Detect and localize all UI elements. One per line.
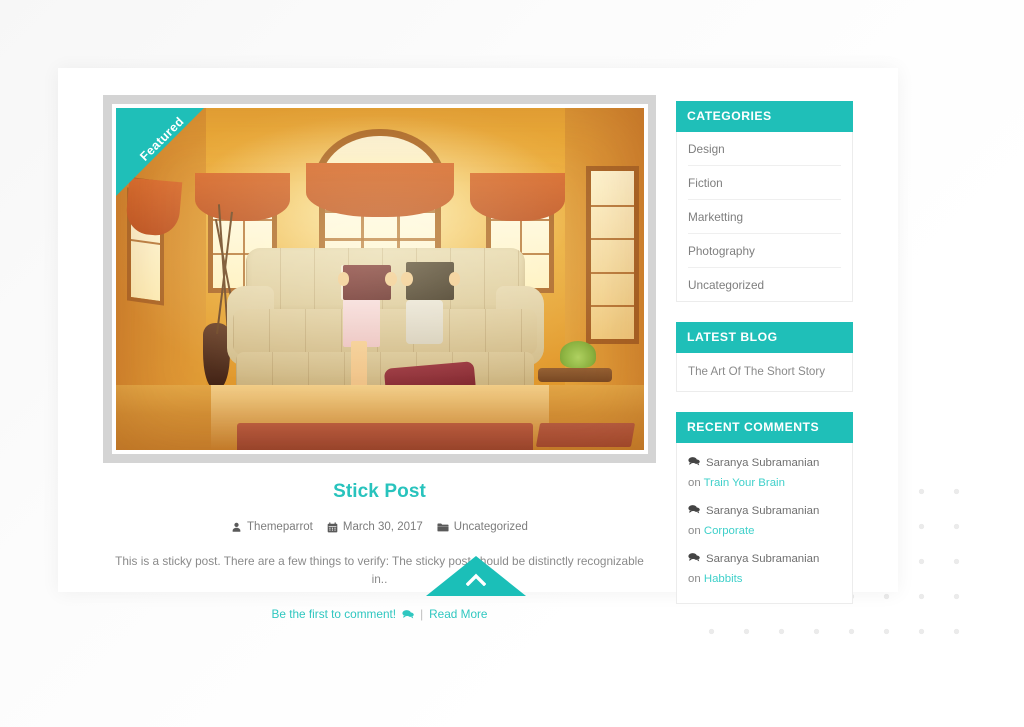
scroll-to-top-button[interactable] — [426, 556, 526, 596]
post-excerpt: This is a sticky post. There are a few t… — [115, 554, 644, 586]
photo-valance — [195, 172, 291, 221]
comment-author: Saranya Subramanian — [688, 552, 841, 565]
comment-on: on Train Your Brain — [688, 477, 841, 489]
calendar-icon — [327, 521, 338, 533]
comment-on-label: on — [688, 525, 701, 537]
widget-recent-comments-title: RECENT COMMENTS — [676, 412, 853, 443]
photo-person-right — [406, 299, 444, 344]
post-body: Stick Post Themeparrot March 30, 2017 Un… — [103, 463, 656, 621]
category-item-photography[interactable]: Photography — [688, 234, 841, 268]
category-item-marketting[interactable]: Marketting — [688, 200, 841, 234]
category-item-uncategorized[interactable]: Uncategorized — [688, 268, 841, 301]
comment-author-label: Saranya Subramanian — [706, 456, 820, 469]
photo-book-left — [343, 265, 391, 300]
chevron-up-icon — [465, 572, 487, 587]
category-item-design[interactable]: Design — [688, 132, 841, 166]
meta-date: March 30, 2017 — [327, 521, 423, 533]
comment-icon — [688, 552, 700, 565]
comment-post-link[interactable]: Corporate — [704, 525, 755, 537]
comment-row: Saranya Subramanian on Train Your Brain — [688, 449, 841, 497]
meta-author[interactable]: Themeparrot — [231, 521, 313, 533]
sidebar: CATEGORIES Design Fiction Marketting Pho… — [676, 101, 853, 624]
comment-author: Saranya Subramanian — [688, 456, 841, 469]
user-icon — [231, 522, 242, 533]
widget-recent-comments: RECENT COMMENTS Saranya Subramanian on T… — [676, 412, 853, 604]
photo-plant-table — [538, 367, 613, 382]
post-title-link[interactable]: Stick Post — [103, 477, 656, 503]
comment-on: on Corporate — [688, 525, 841, 537]
featured-ribbon — [116, 108, 204, 196]
widget-categories-body: Design Fiction Marketting Photography Un… — [676, 132, 853, 302]
comment-row: Saranya Subramanian on Habbits — [688, 545, 841, 593]
comment-author: Saranya Subramanian — [688, 504, 841, 517]
featured-image[interactable]: Featured — [116, 108, 644, 450]
meta-category-label: Uncategorized — [453, 521, 528, 533]
comment-link[interactable]: Be the first to comment! — [271, 607, 396, 621]
action-separator: | — [420, 607, 424, 622]
photo-book-right — [406, 261, 454, 300]
meta-author-label: Themeparrot — [247, 521, 313, 533]
comment-author-label: Saranya Subramanian — [706, 552, 820, 565]
featured-image-frame: Featured — [103, 95, 656, 463]
comment-post-link[interactable]: Train Your Brain — [704, 477, 785, 489]
comment-on-label: on — [688, 477, 701, 489]
comment-icon — [402, 609, 414, 619]
meta-date-label: March 30, 2017 — [342, 521, 423, 533]
widget-categories: CATEGORIES Design Fiction Marketting Pho… — [676, 101, 853, 302]
widget-latest-blog-body: The Art Of The Short Story — [676, 353, 853, 392]
latest-blog-item[interactable]: The Art Of The Short Story — [688, 353, 841, 391]
page-root: Featured Stick Post Themeparrot March 30… — [0, 0, 1024, 727]
comment-post-link[interactable]: Habbits — [704, 573, 743, 585]
post-column: Featured Stick Post Themeparrot March 30… — [103, 95, 658, 621]
photo-person-left — [343, 296, 380, 348]
photo-glass-door — [585, 166, 639, 344]
comment-on: on Habbits — [688, 573, 841, 585]
meta-category[interactable]: Uncategorized — [437, 521, 528, 533]
post-actions: Be the first to comment! | Read More — [103, 607, 656, 621]
widget-categories-title: CATEGORIES — [676, 101, 853, 132]
comment-author-label: Saranya Subramanian — [706, 504, 820, 517]
comment-icon — [688, 504, 700, 517]
comment-row: Saranya Subramanian on Corporate — [688, 497, 841, 545]
folder-icon — [437, 522, 449, 533]
photo-rug — [237, 422, 534, 450]
post-meta: Themeparrot March 30, 2017 Uncategorized — [103, 521, 656, 533]
photo-plant — [559, 340, 597, 368]
widget-latest-blog-title: LATEST BLOG — [676, 322, 853, 353]
comment-icon — [688, 456, 700, 469]
read-more-link[interactable]: Read More — [429, 607, 487, 621]
widget-recent-comments-body: Saranya Subramanian on Train Your Brain — [676, 443, 853, 604]
content-card: Featured Stick Post Themeparrot March 30… — [58, 68, 898, 621]
widget-latest-blog: LATEST BLOG The Art Of The Short Story — [676, 322, 853, 392]
category-item-fiction[interactable]: Fiction — [688, 166, 841, 200]
photo-valance — [306, 162, 454, 218]
photo-valance — [469, 172, 565, 221]
comment-on-label: on — [688, 573, 701, 585]
